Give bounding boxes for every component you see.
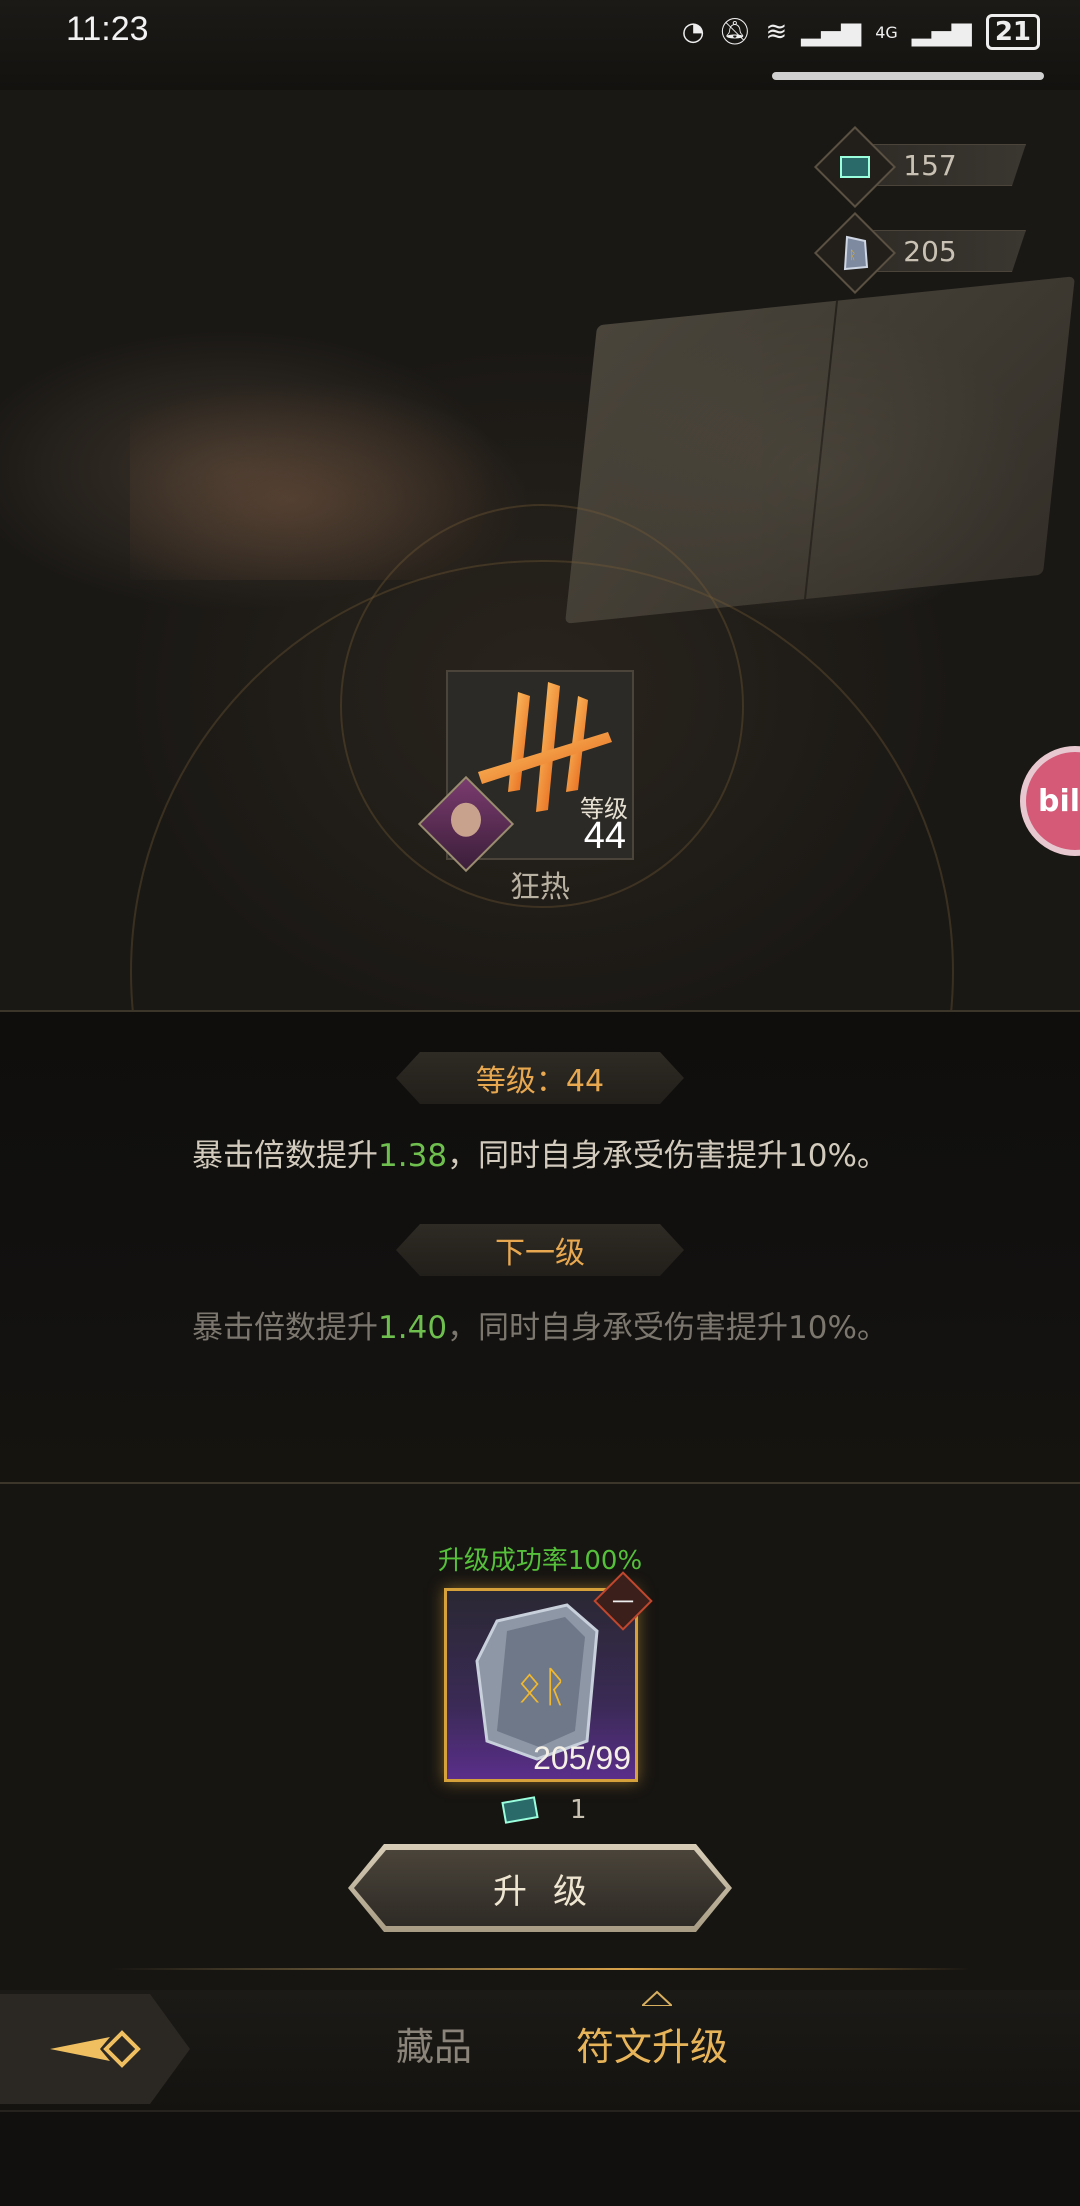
upgrade-button[interactable]: 升级 bbox=[348, 1844, 732, 1932]
signal-icon: ▂▄▆ bbox=[911, 17, 972, 47]
status-time: 11:23 bbox=[66, 10, 149, 48]
currency-book-value: 157 bbox=[903, 148, 957, 182]
success-rate-label: 升级成功率100% bbox=[437, 1546, 643, 1576]
remove-symbol: 一 bbox=[611, 1590, 635, 1616]
upgrade-button-label: 升级 bbox=[493, 1871, 613, 1912]
current-desc-value: 1.38 bbox=[378, 1138, 448, 1174]
network-label: 4G bbox=[875, 22, 898, 42]
status-bar: 11:23 ◔ 🔕︎ ≋ ▂▄▆ 4G ▂▄▆ 21 bbox=[0, 0, 1080, 92]
current-level-description: 暴击倍数提升1.38，同时自身承受伤害提升10%。 bbox=[0, 1130, 1080, 1175]
svg-text:ᚱ: ᚱ bbox=[849, 248, 856, 262]
currency-rune-stone-value: 205 bbox=[903, 234, 957, 268]
tab-rune-upgrade[interactable]: 符文升级 bbox=[576, 2016, 728, 2071]
current-desc-suffix: ，同时自身承受伤害提升10%。 bbox=[447, 1138, 888, 1174]
material-count: 205/99 bbox=[533, 1740, 631, 1776]
active-tab-indicator-icon bbox=[642, 1990, 672, 2006]
rune-level-value: 44 bbox=[583, 815, 626, 857]
current-desc-prefix: 暴击倍数提升 bbox=[192, 1138, 379, 1174]
rune-name: 狂热 bbox=[510, 870, 570, 905]
rune-stone-icon: ᚱ bbox=[813, 211, 897, 295]
section-divider bbox=[110, 1968, 970, 1970]
svg-text:ᛟᚱ: ᛟᚱ bbox=[517, 1662, 567, 1711]
cost-value: 1 bbox=[570, 1795, 587, 1825]
battery-icon: 21 bbox=[985, 14, 1040, 50]
current-level-badge: 等级：44 bbox=[396, 1052, 684, 1104]
bilibili-label: bili bbox=[1038, 783, 1080, 819]
status-icons: ◔ 🔕︎ ≋ ▂▄▆ 4G ▂▄▆ 21 bbox=[682, 14, 1040, 50]
mute-icon: 🔕︎ bbox=[718, 17, 752, 47]
next-level-description: 暴击倍数提升1.40，同时自身承受伤害提升10%。 bbox=[0, 1302, 1080, 1347]
back-button[interactable] bbox=[0, 1994, 190, 2104]
next-desc-suffix: ，同时自身承受伤害提升10%。 bbox=[447, 1310, 888, 1346]
bottom-decor-bar bbox=[0, 2110, 1080, 2206]
wifi-icon: ≋ bbox=[765, 17, 788, 47]
level-info-panel: 等级：44 暴击倍数提升1.38，同时自身承受伤害提升10%。 下一级 暴击倍数… bbox=[0, 1010, 1080, 1484]
back-arrow-icon bbox=[50, 2030, 141, 2068]
next-desc-value: 1.40 bbox=[378, 1310, 448, 1346]
next-desc-prefix: 暴击倍数提升 bbox=[192, 1310, 379, 1346]
bottom-nav: 藏品 符文升级 bbox=[0, 1990, 1080, 2110]
gesture-bar bbox=[772, 72, 1044, 80]
next-level-badge: 下一级 bbox=[396, 1224, 684, 1276]
tab-collection[interactable]: 藏品 bbox=[396, 2016, 472, 2071]
book-icon bbox=[813, 125, 897, 209]
book-icon bbox=[501, 1796, 539, 1824]
upgrade-cost: 1 bbox=[496, 1790, 587, 1830]
speed-icon: ◔ bbox=[681, 17, 705, 47]
signal-icon: ▂▄▆ bbox=[801, 17, 862, 47]
